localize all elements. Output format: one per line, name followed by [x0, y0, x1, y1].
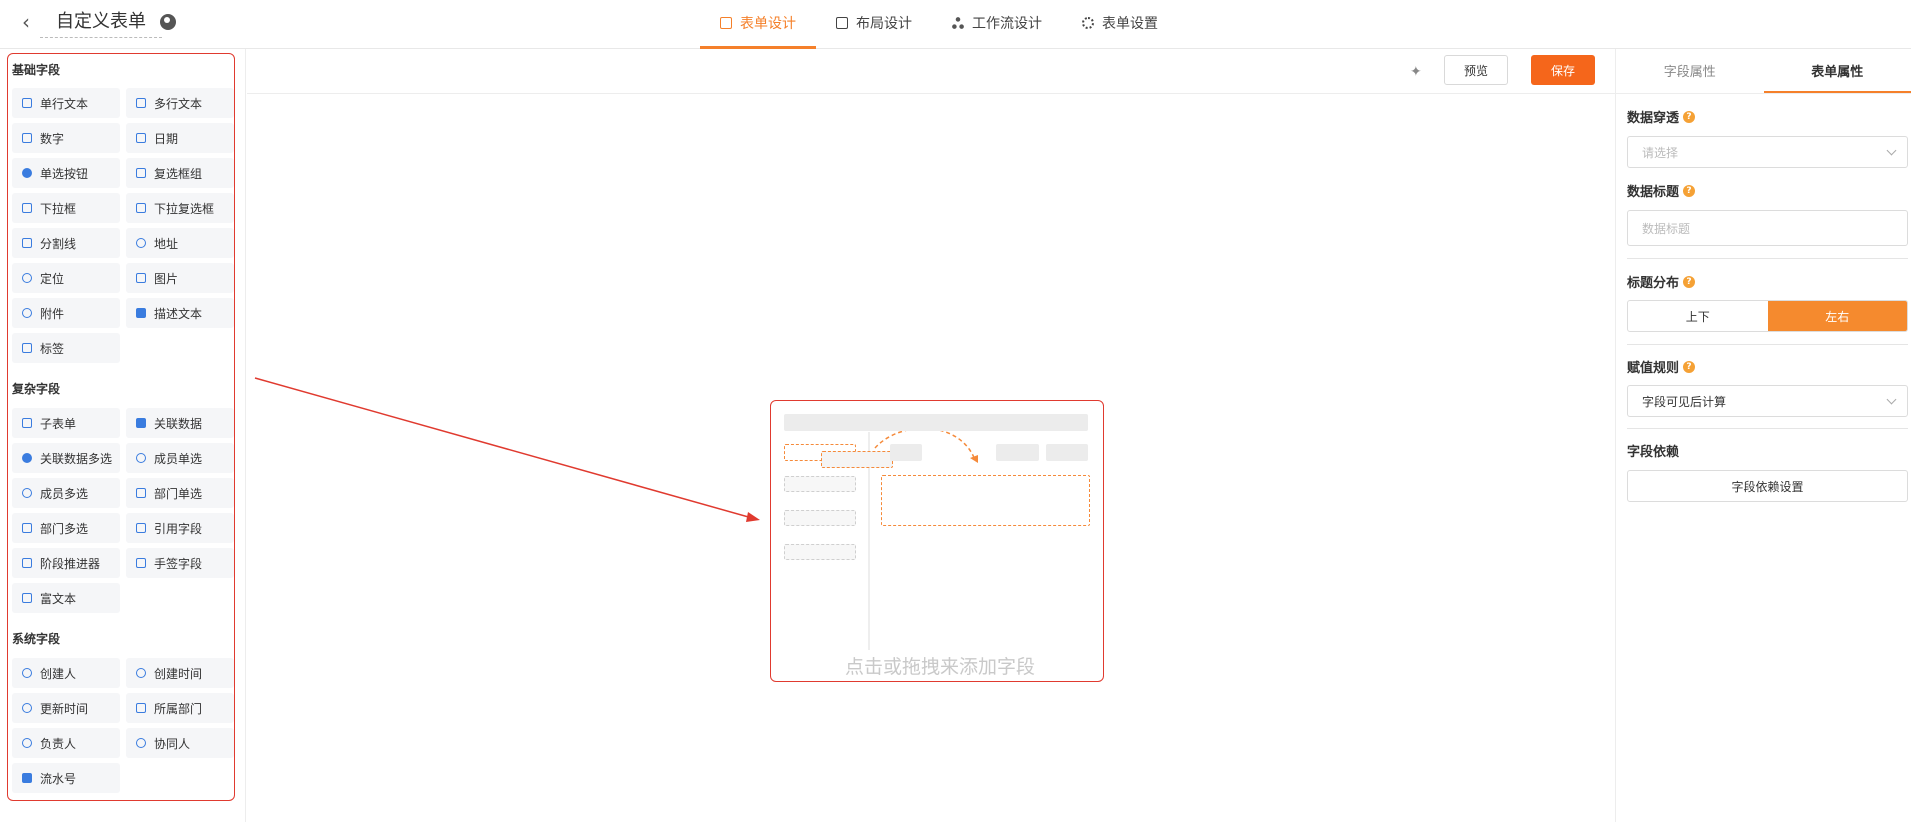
option-left-right[interactable]: 左右 [1767, 301, 1907, 331]
help-icon[interactable]: ? [1683, 275, 1696, 288]
assign-rule-label: 赋值规则? [1627, 357, 1696, 376]
divider [1627, 344, 1908, 345]
option-top-bottom[interactable]: 上下 [1628, 301, 1768, 331]
properties-tabs: 字段属性 表单属性 [1616, 49, 1911, 94]
data-title-label: 数据标题? [1627, 181, 1696, 200]
illustration-block [890, 444, 922, 461]
tab-form-properties[interactable]: 表单属性 [1763, 49, 1911, 93]
data-title-input[interactable]: 数据标题 [1627, 210, 1908, 246]
help-icon[interactable]: ? [1683, 184, 1696, 197]
assign-rule-select[interactable]: 字段可见后计算 [1627, 385, 1908, 417]
title-layout-toggle: 上下 左右 [1627, 300, 1908, 332]
illustration-field [784, 476, 856, 492]
illustration-dragged-field [821, 451, 893, 468]
chevron-down-icon [1886, 145, 1897, 156]
chevron-down-icon [1886, 394, 1897, 405]
illustration-field [784, 510, 856, 526]
data-through-label: 数据穿透? [1627, 107, 1696, 126]
title-layout-label: 标题分布? [1627, 272, 1696, 291]
empty-canvas-hint: 点击或拖拽来添加字段 [844, 656, 1035, 678]
field-dependency-label: 字段依赖 [1627, 445, 1680, 460]
arrow-line [254, 377, 753, 519]
tab-field-properties[interactable]: 字段属性 [1616, 49, 1764, 93]
divider [1627, 428, 1908, 429]
help-icon[interactable]: ? [1683, 110, 1696, 123]
illustration-block [996, 444, 1039, 461]
illustration-field [784, 544, 856, 560]
empty-canvas-highlight [770, 400, 1104, 682]
field-dependency-button[interactable]: 字段依赖设置 [1627, 470, 1908, 502]
illustration-block [1046, 444, 1088, 461]
data-through-select[interactable]: 请选择 [1627, 136, 1908, 168]
illustration-drop-zone [881, 475, 1090, 526]
help-icon[interactable]: ? [1683, 360, 1696, 373]
arrow-head [746, 512, 760, 522]
illustration-bar [784, 414, 1088, 431]
divider [1627, 258, 1908, 259]
